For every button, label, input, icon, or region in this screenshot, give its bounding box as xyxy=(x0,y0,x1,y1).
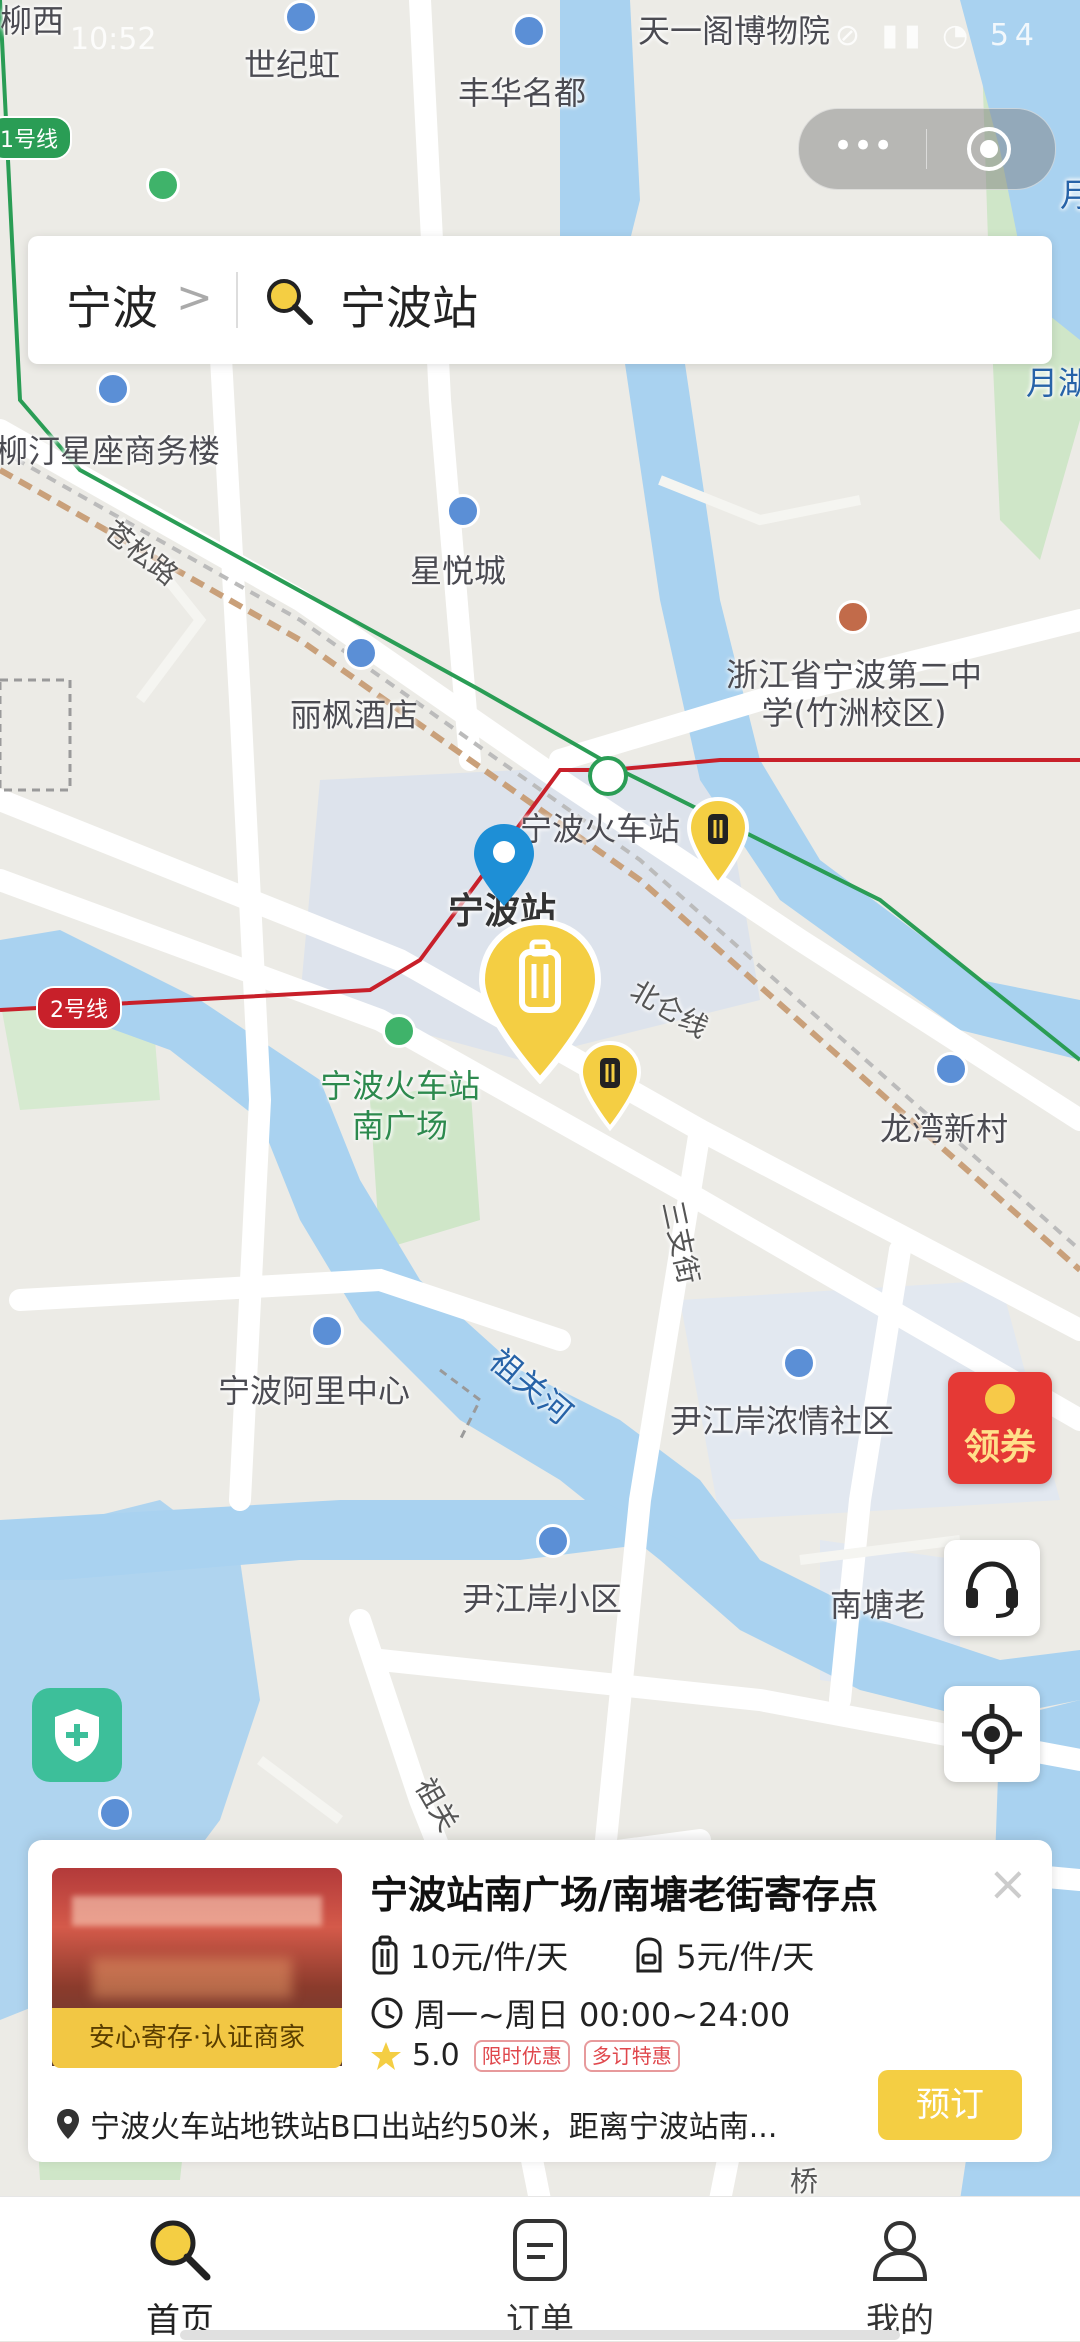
star-icon xyxy=(371,2041,401,2070)
more-button[interactable]: ••• xyxy=(833,129,893,167)
metro-line-tag: 2号线 xyxy=(36,986,122,1030)
certified-badge: 安心寄存·认证商家 xyxy=(52,2008,342,2068)
search-icon xyxy=(267,279,313,325)
shield-icon xyxy=(55,1709,99,1762)
tab-orders[interactable]: 订单 xyxy=(440,2197,640,2341)
photo-glow xyxy=(92,1958,292,1998)
bottom-tab-bar: 首页 订单 我的 xyxy=(0,2196,1080,2341)
building-icon xyxy=(310,1314,344,1348)
mini-program-capsule: ••• xyxy=(798,108,1056,190)
photo-sign xyxy=(72,1896,322,1926)
map-label: 桥 xyxy=(790,2165,819,2198)
map-label: 月 xyxy=(1060,176,1080,214)
address-text: 宁波火车站地铁站B口出站约50米，距离宁波站南... xyxy=(90,2110,778,2145)
storage-point-card[interactable]: 安心寄存·认证商家 宁波站南广场/南塘老街寄存点 × 10元/件/天 5元/件/… xyxy=(28,1840,1052,2162)
safety-shield-button[interactable] xyxy=(32,1688,122,1782)
search-divider xyxy=(236,272,238,328)
map-label: 尹江岸浓情社区 xyxy=(670,1402,895,1440)
capsule-divider xyxy=(926,129,927,169)
order-icon xyxy=(513,2219,567,2281)
metro-line-tag: 1号线 xyxy=(0,116,72,160)
coupon-label: 领券 xyxy=(963,1427,1036,1468)
poi-dot xyxy=(782,1346,816,1380)
storage-marker[interactable] xyxy=(578,1040,642,1132)
poi-dot xyxy=(934,1052,968,1086)
book-button[interactable]: 预订 xyxy=(878,2070,1022,2140)
business-hours: 周一~周日 00:00~24:00 xyxy=(414,1996,791,2034)
map-label: 宁波火车站 xyxy=(520,810,681,848)
location-icon xyxy=(57,2109,79,2139)
map-label: 星悦城 xyxy=(410,552,507,590)
locate-icon xyxy=(962,1704,1022,1764)
map-label: 柳汀星座商务楼 xyxy=(0,432,221,470)
school-icon xyxy=(836,600,870,634)
coupon-seal-icon xyxy=(985,1384,1015,1414)
map-label: 浙江省宁波第二中学(竹洲校区) xyxy=(725,656,982,732)
promo-tag: 多订特惠 xyxy=(583,2039,680,2072)
metro-station-icon xyxy=(588,756,628,796)
chevron-right-icon[interactable]: > xyxy=(176,272,213,323)
location-pin-icon xyxy=(474,824,534,906)
clock-icon xyxy=(371,1997,403,2029)
map-label: 龙湾新村 xyxy=(880,1110,1009,1148)
search-bar: 宁波 > 宁波站 xyxy=(28,236,1052,364)
map-label: 南塘老 xyxy=(830,1586,927,1624)
tab-home[interactable]: 首页 xyxy=(80,2197,280,2341)
large-luggage-price: 10元/件/天 xyxy=(410,1938,569,1976)
rating-row: 5.0 限时优惠 多订特惠 xyxy=(370,2038,680,2073)
status-time: 10:52 xyxy=(70,22,157,57)
poi-dot xyxy=(536,1524,570,1558)
status-bar: 10:52 ⋯ ⊘ ▮▮ ◔ 54 xyxy=(0,0,1080,80)
customer-service-button[interactable] xyxy=(944,1540,1040,1636)
close-miniprogram-button[interactable] xyxy=(967,127,1011,171)
map-label: 丽枫酒店 xyxy=(290,696,419,734)
hotel-icon xyxy=(344,636,378,670)
backpack-icon xyxy=(636,1937,662,1973)
storage-point-title: 宁波站南广场/南塘老街寄存点 xyxy=(370,1873,878,1917)
building-icon xyxy=(96,372,130,406)
city-selector[interactable]: 宁波 xyxy=(66,272,158,338)
hours-row: 周一~周日 00:00~24:00 xyxy=(370,1990,790,2036)
headset-icon xyxy=(966,1561,1018,1618)
poi-dot xyxy=(446,494,480,528)
rating-value: 5.0 xyxy=(412,2038,460,2073)
map-label: 月湖 xyxy=(1026,364,1080,402)
park-icon xyxy=(382,1014,416,1048)
map-label: 宁波阿里中心 xyxy=(218,1372,411,1410)
address-row: 宁波火车站地铁站B口出站约50米，距离宁波站南... xyxy=(56,2102,876,2146)
large-luggage-icon xyxy=(372,1935,398,1975)
price-row: 10元/件/天 5元/件/天 xyxy=(370,1932,814,1978)
map-label: 宁波火车站南广场 xyxy=(319,1067,480,1145)
card-close-button[interactable]: × xyxy=(988,1860,1028,1908)
locate-button[interactable] xyxy=(944,1686,1040,1782)
search-input[interactable]: 宁波站 xyxy=(340,272,478,338)
user-icon xyxy=(872,2221,928,2281)
tab-profile[interactable]: 我的 xyxy=(800,2197,1000,2341)
coupon-button[interactable]: 领券 xyxy=(948,1372,1052,1484)
small-luggage-price: 5元/件/天 xyxy=(676,1938,815,1976)
building-icon xyxy=(98,1796,132,1830)
storage-marker[interactable] xyxy=(686,796,750,888)
search-icon xyxy=(150,2220,211,2281)
home-indicator xyxy=(180,2330,900,2340)
map-label: 尹江岸小区 xyxy=(462,1580,623,1618)
status-icons: ⋯ ⊘ ▮▮ ◔ 54 xyxy=(783,18,1040,53)
promo-tag: 限时优惠 xyxy=(473,2039,570,2072)
park-icon xyxy=(146,168,180,202)
